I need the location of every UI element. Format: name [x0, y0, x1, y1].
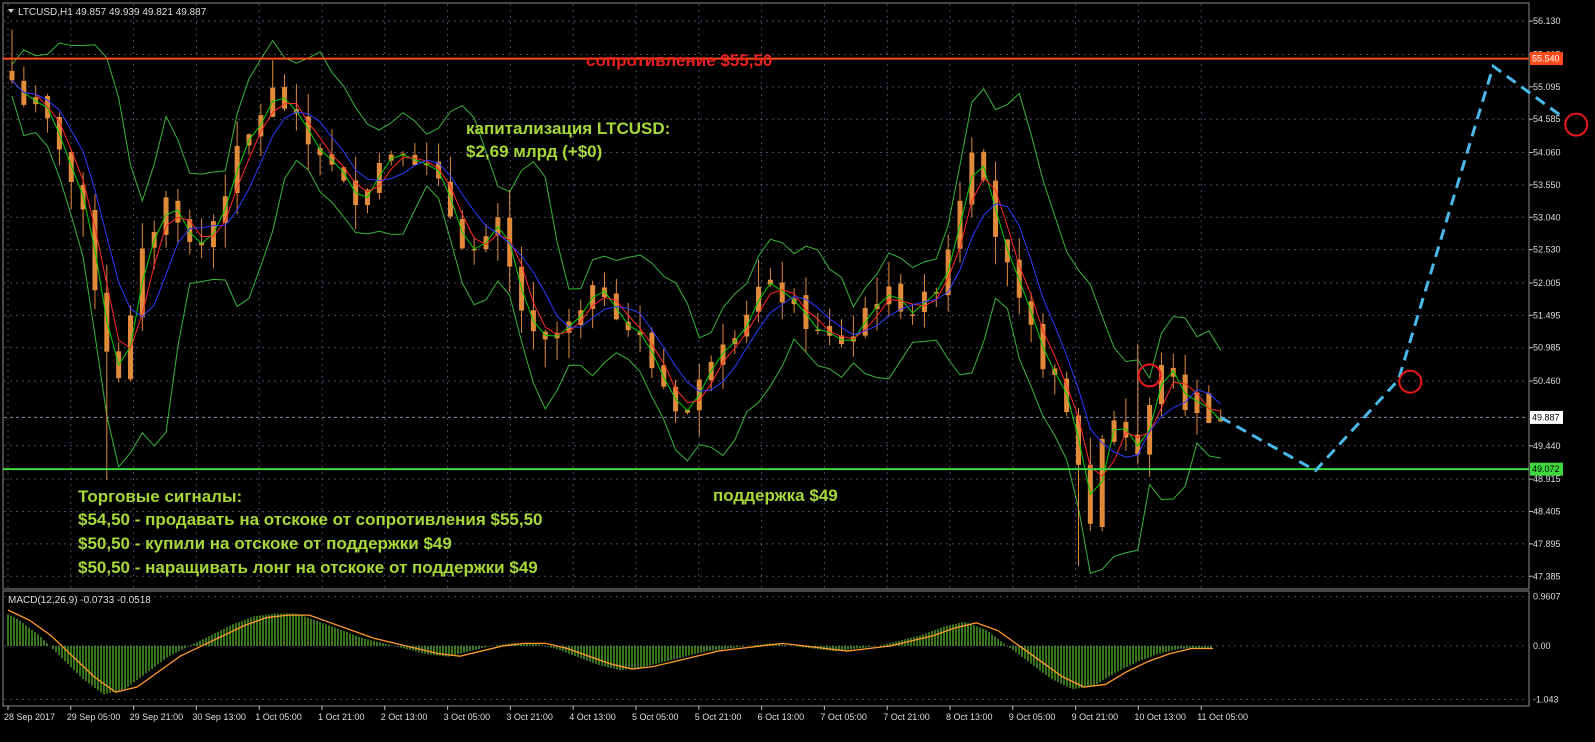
price-tick-label: 50.985	[1533, 343, 1561, 353]
time-tick-label: 29 Sep 21:00	[130, 712, 184, 722]
time-tick-label: 3 Oct 21:00	[506, 712, 553, 722]
macd-tick-label: 0.9607	[1533, 592, 1561, 602]
signals-title: Торговые сигналы:	[78, 487, 242, 506]
price-tick-label: 48.405	[1533, 507, 1561, 517]
price-tick-label: 52.530	[1533, 245, 1561, 255]
price-tick-label: 53.550	[1533, 180, 1561, 190]
price-tick-label: 49.440	[1533, 441, 1561, 451]
resistance-price-tag: 55.540	[1530, 52, 1563, 66]
price-tick-label: 52.005	[1533, 278, 1561, 288]
svg-text:49.887: 49.887	[1532, 412, 1560, 422]
price-tick-label: 54.060	[1533, 148, 1561, 158]
candle-body	[234, 145, 240, 194]
price-tick-label: 47.385	[1533, 571, 1561, 581]
candle-body	[459, 218, 465, 249]
time-tick-label: 9 Oct 05:00	[1009, 712, 1056, 722]
time-tick-label: 6 Oct 13:00	[758, 712, 805, 722]
macd-tick-label: 0.00	[1533, 641, 1551, 651]
candle-body	[9, 70, 15, 81]
time-tick-label: 1 Oct 05:00	[255, 712, 302, 722]
candle-body	[661, 365, 667, 387]
candle-body	[898, 283, 904, 312]
candle-body	[756, 286, 762, 312]
time-tick-label: 30 Sep 13:00	[192, 712, 246, 722]
macd-header: MACD(12,26,9) -0.0733 -0.0518	[8, 595, 151, 606]
candle-body	[258, 115, 264, 137]
time-tick-label: 3 Oct 05:00	[444, 712, 491, 722]
time-tick-label: 7 Oct 21:00	[883, 712, 930, 722]
price-tick-label: 55.095	[1533, 82, 1561, 92]
candle-body	[1028, 301, 1034, 325]
price-tick-label: 51.495	[1533, 310, 1561, 320]
time-tick-label: 28 Sep 2017	[4, 712, 55, 722]
support-price-tag: 49.072	[1530, 462, 1563, 476]
svg-text:49.072: 49.072	[1532, 464, 1560, 474]
time-tick-label: 8 Oct 13:00	[946, 712, 993, 722]
signal-2: $50,50 - купили на отскоке от поддержки …	[78, 534, 452, 553]
support-label: поддержка $49	[713, 486, 838, 505]
svg-text:55.540: 55.540	[1532, 54, 1560, 64]
time-tick-label: 9 Oct 21:00	[1072, 712, 1119, 722]
time-tick-label: 1 Oct 21:00	[318, 712, 365, 722]
current-price-tag: 49.887	[1530, 410, 1563, 424]
resistance-label: сопротивление $55,50	[586, 51, 772, 70]
price-tick-label: 54.585	[1533, 114, 1561, 124]
signal-3: $50,50 - наращивать лонг на отскоке от п…	[78, 558, 538, 577]
price-tick-label: 50.460	[1533, 376, 1561, 386]
candle-body	[305, 116, 311, 145]
candle-body	[910, 314, 916, 316]
macd-tick-label: -1.043	[1533, 695, 1559, 705]
time-tick-label: 5 Oct 21:00	[695, 712, 742, 722]
time-tick-label: 29 Sep 05:00	[67, 712, 121, 722]
candle-body	[376, 162, 382, 193]
price-tick-label: 47.895	[1533, 539, 1561, 549]
price-tick-label: 56.130	[1533, 16, 1561, 26]
time-tick-label: 10 Oct 13:00	[1134, 712, 1186, 722]
time-tick-label: 11 Oct 05:00	[1197, 712, 1248, 722]
capitalization-label: капитализация LTCUSD:	[466, 119, 670, 138]
chart-header: LTCUSD,H1 49.857 49.939 49.821 49.887	[18, 7, 207, 18]
chart-window[interactable]: LTCUSD,H1 49.857 49.939 49.821 49.887 со…	[0, 0, 1595, 742]
candle-body	[649, 332, 655, 369]
time-tick-label: 7 Oct 05:00	[820, 712, 867, 722]
candle-body	[175, 200, 181, 223]
time-tick-label: 4 Oct 13:00	[569, 712, 616, 722]
time-tick-label: 2 Oct 13:00	[381, 712, 428, 722]
candle-body	[163, 197, 169, 235]
time-tick-label: 5 Oct 05:00	[632, 712, 679, 722]
price-tick-label: 53.040	[1533, 212, 1561, 222]
capitalization-value: $2,69 млрд (+$0)	[466, 142, 602, 161]
signal-1: $54,50 - продавать на отскоке от сопроти…	[78, 510, 543, 529]
